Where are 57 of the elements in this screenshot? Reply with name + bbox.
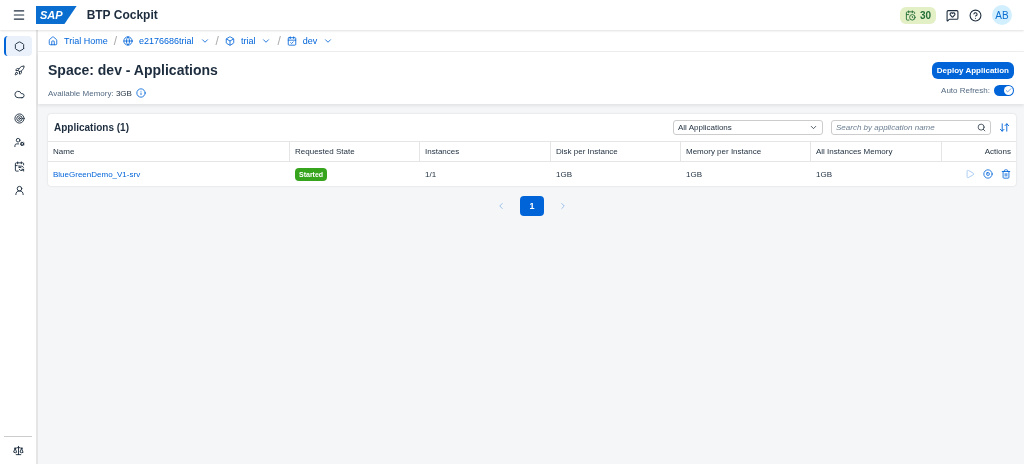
search-icon[interactable] [977,123,986,132]
sidebar-item[interactable] [4,36,32,56]
sap-logo: SAP [36,6,77,24]
auto-refresh-label: Auto Refresh: [941,86,990,95]
scale-icon[interactable] [12,445,24,456]
column-header: Disk per Instance [551,142,681,162]
table-cell-text: 1GB [685,168,703,181]
check-icon [1005,87,1012,94]
target-icon [13,112,25,124]
rocket-icon [13,64,25,76]
breadcrumb-link[interactable]: dev [302,35,318,46]
calendar-icon [286,35,297,46]
cube-icon [224,35,235,46]
app-title: BTP Cockpit [86,8,159,22]
page-button[interactable]: 1 [520,196,544,216]
calendar-clock-icon [904,9,916,21]
page-title: Space: dev - Applications [48,62,218,78]
column-header: Memory per Instance [681,142,811,162]
menu-icon[interactable] [12,8,26,22]
auto-refresh-switch[interactable] [994,85,1014,96]
calendar-icon [13,160,25,172]
hexagon-icon [13,40,25,52]
breadcrumb-link[interactable]: e2176686trial [139,35,194,46]
app-link[interactable]: BlueGreenDemo_V1-srv [53,169,141,179]
search-box[interactable]: Search by application name [831,120,991,135]
globe-icon [123,35,134,46]
help-icon[interactable] [969,8,982,22]
breadcrumb-separator: / [113,33,118,48]
user-gear-icon [13,136,25,148]
trial-badge[interactable]: 30 [899,6,936,24]
table-cell-text: 1GB [815,168,833,181]
info-icon[interactable] [135,88,146,98]
user-icon [13,184,25,196]
filter-dropdown[interactable]: All Applications [673,120,823,135]
breadcrumb-separator: / [277,33,281,48]
memory-label: Available Memory: 3GB [48,88,132,98]
delete-icon[interactable] [1001,169,1011,179]
breadcrumb-link[interactable]: trial [240,35,256,46]
column-header: Instances [420,142,551,162]
stop-icon[interactable] [983,169,993,179]
column-header: Actions [942,142,1016,162]
search-field[interactable]: Search by application name [836,123,977,132]
table-title: Applications (1) [54,122,130,133]
column-header: Name [48,142,290,162]
chevron-down-icon [809,123,818,132]
breadcrumb-separator: / [215,33,219,48]
deploy-button[interactable]: Deploy Application [931,62,1014,79]
table-cell-text: 1GB [555,168,573,181]
column-header: Requested State [290,142,420,162]
user-avatar[interactable]: AB [992,5,1012,25]
cloud-icon [13,88,25,100]
feedback-icon[interactable] [946,8,959,22]
breadcrumb-link[interactable]: Trial Home [64,35,108,46]
table-cell-text: 1/1 [424,168,438,181]
column-header: All Instances Memory [811,142,942,162]
home-icon [48,35,58,46]
sort-icon[interactable] [999,122,1010,133]
